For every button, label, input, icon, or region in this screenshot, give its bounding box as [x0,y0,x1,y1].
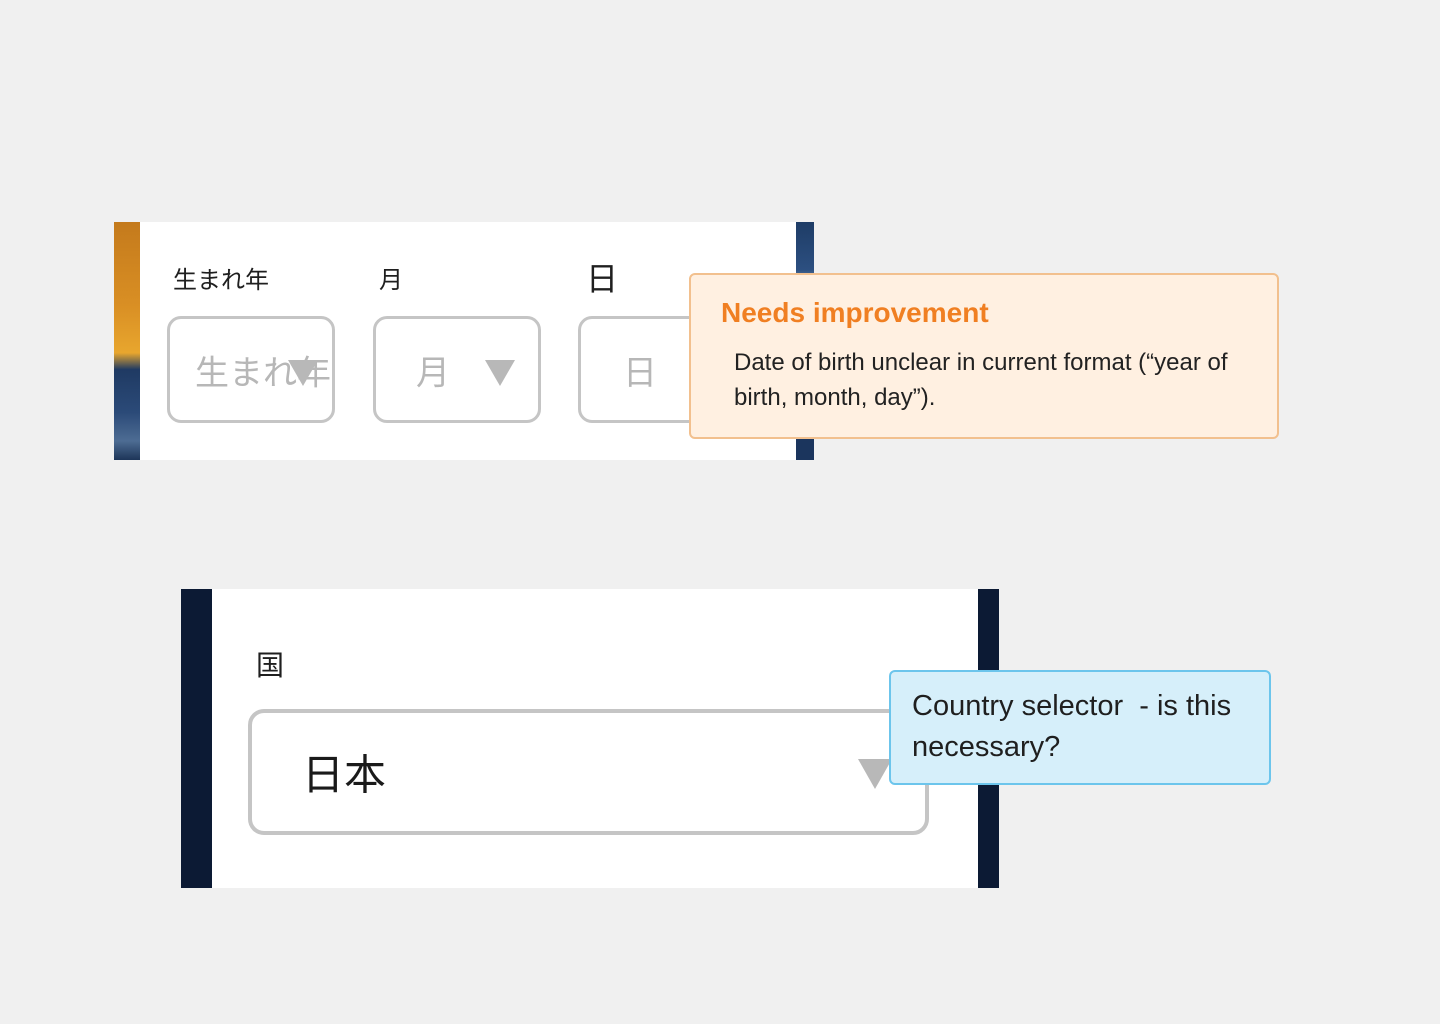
country-select[interactable]: 日本 [248,709,929,835]
chevron-down-icon [288,360,318,386]
country-label: 国 [256,649,285,682]
country-panel: 国 日本 [181,589,999,888]
callout-title: Needs improvement [721,297,989,328]
birth-month-placeholder: 月 [416,353,450,393]
birth-month-select[interactable]: 月 [373,316,541,423]
needs-improvement-callout: Needs improvement Date of birth unclear … [689,273,1279,439]
birth-month-label: 月 [379,266,403,294]
birth-day-placeholder: 日 [623,353,657,393]
country-selector-callout: Country selector - is this necessary? [889,670,1271,785]
birth-day-label: 日 [586,260,619,298]
background-image-strip [181,589,212,888]
callout-body: Country selector - is this necessary? [912,690,1240,763]
birth-year-label: 生まれ年 [173,266,269,294]
callout-body: Date of birth unclear in current format … [734,349,1228,411]
country-selected-value: 日本 [302,750,387,800]
chevron-down-icon [485,360,515,386]
chevron-down-icon [858,759,892,789]
birth-year-select[interactable]: 生まれ年 [167,316,335,423]
background-image-strip [114,222,140,460]
